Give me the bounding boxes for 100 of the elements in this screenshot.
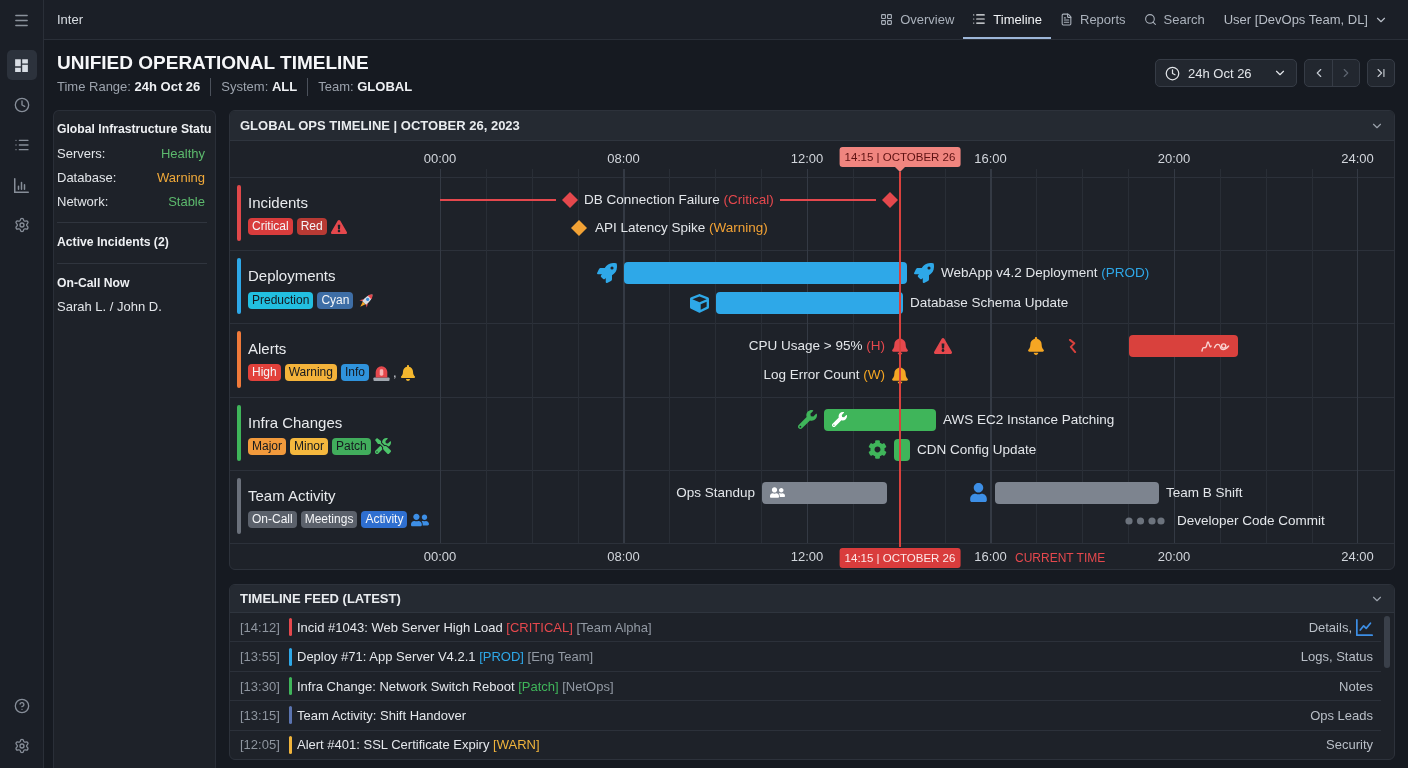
tag: Minor: [290, 437, 329, 455]
separator-text: ,: [392, 365, 397, 381]
status-value: Healthy: [160, 145, 205, 161]
axis-label: 16:00: [974, 151, 1007, 167]
person-icon: [969, 483, 988, 503]
timestamp: [13:55]: [240, 649, 281, 665]
axis-label: 24:00: [1341, 549, 1374, 565]
status-value: Stable: [168, 193, 205, 209]
panel-title: Global Infrastructure Statu: [57, 121, 213, 138]
panel-title: TIMELINE FEED (LATEST): [240, 591, 401, 606]
event-label: Ops Standup: [676, 483, 755, 502]
event-label: Log Error Count (W): [763, 366, 885, 385]
axis-label: 20:00: [1157, 151, 1191, 167]
scrollbar-thumb[interactable]: [1384, 616, 1390, 668]
filter-text: Team: GLOBAL: [307, 78, 423, 96]
skip-to-end-button[interactable]: [1367, 59, 1395, 87]
feed-entry-text: Incid #1043: Web Server High Load [CRITICAL] [Team Alpha]: [297, 619, 653, 635]
status-label: Servers:: [57, 145, 106, 161]
tag: High: [248, 364, 281, 382]
event-label: API Latency Spike (Warning): [595, 219, 768, 237]
tag: Preduction: [248, 292, 314, 310]
axis-label: 00:00: [423, 151, 457, 167]
wrench-icon: [832, 412, 847, 428]
axis-label: 08:00: [607, 151, 640, 167]
event-label: Database Schema Update: [910, 294, 1069, 313]
people-icon: [770, 485, 785, 501]
action-link[interactable]: Logs, Status: [1300, 649, 1373, 665]
on-call-names: Sarah L. / John D.: [57, 298, 163, 316]
list-icon: [972, 12, 987, 26]
tag: Red: [296, 218, 327, 235]
status-label: Database:: [57, 169, 117, 185]
list-icon: [13, 137, 30, 153]
nav-tab[interactable]: Reports: [1051, 0, 1135, 39]
siren-icon: [372, 364, 390, 382]
action-link[interactable]: Ops Leads: [1310, 707, 1373, 723]
dashboard-icon: [13, 56, 30, 74]
tag: Patch: [332, 437, 371, 455]
search-icon: [1143, 12, 1157, 26]
time-range-select[interactable]: 24h Oct 26: [1155, 59, 1297, 87]
panel-title: GLOBAL OPS TIMELINE | OCTOBER 26, 2023: [240, 118, 520, 133]
timestamp: [12:05]: [240, 737, 281, 753]
feed-entry-text: Team Activity: Shift Handover: [297, 707, 468, 723]
timestamp: [13:15]: [240, 707, 281, 723]
document-icon: [1060, 12, 1073, 26]
rocket-icon: [597, 263, 617, 284]
section-title: On-Call Now: [57, 275, 131, 292]
tag: Major: [248, 437, 286, 455]
action-link[interactable]: Details,: [1308, 619, 1352, 635]
nav-tab[interactable]: Timeline: [963, 0, 1051, 39]
settings-icon: [13, 217, 30, 233]
axis-label: 24:00: [1341, 151, 1374, 167]
line-chart-icon[interactable]: [1356, 618, 1373, 636]
tools-icon: [374, 438, 391, 455]
axis-label: 12:00: [790, 549, 824, 565]
event-label: DB Connection Failure (Critical): [584, 191, 774, 209]
grid-icon: [880, 12, 894, 26]
action-link[interactable]: Notes: [1339, 678, 1373, 694]
sidebar-nav-button[interactable]: [6, 50, 37, 80]
event-label: CDN Config Update: [917, 440, 1037, 459]
event-label: CPU Usage > 95% (H): [748, 337, 885, 356]
section-title: Active Incidents (2): [57, 234, 170, 251]
clock-icon: [1165, 65, 1180, 81]
tag: Info: [340, 364, 369, 382]
filter-text: Time Range: 24h Oct 26: [57, 78, 202, 96]
feed-entry-text: Infra Change: Network Switch Reboot [Patch] [NetOps]: [297, 678, 615, 694]
axis-label: 12:00: [790, 151, 824, 167]
settings-icon: [13, 738, 30, 754]
clock-icon: [13, 97, 30, 113]
event-label: Team B Shift: [1166, 483, 1243, 502]
skip-end-icon: [1374, 66, 1388, 80]
event-label: Developer Code Commit: [1177, 511, 1325, 530]
status-label: Network:: [57, 193, 109, 209]
lane-title: Alerts: [248, 339, 288, 360]
tag: Cyan: [317, 292, 354, 310]
tag: Activity: [361, 511, 408, 529]
feed-entry-text: Alert #401: SSL Certificate Expiry [WARN]: [297, 737, 541, 753]
help-icon: [13, 698, 30, 714]
bell-icon: [399, 364, 416, 381]
nav-tab[interactable]: Overview: [871, 0, 964, 39]
tag: On-Call: [248, 511, 297, 529]
lane-title: Team Activity: [248, 485, 337, 506]
wrench-icon: [798, 410, 817, 430]
tag: Critical: [248, 218, 293, 235]
page-title: UNIFIED OPERATIONAL TIMELINE: [57, 51, 370, 75]
nav-tab[interactable]: Search: [1134, 0, 1214, 39]
app-title: Inter: [57, 12, 83, 27]
rocket-icon: [914, 263, 934, 284]
bar-chart-icon: [14, 177, 29, 193]
timestamp: [14:12]: [240, 619, 281, 635]
user-menu[interactable]: User [DevOps Team, DL]: [1213, 0, 1408, 40]
axis-label: 20:00: [1157, 549, 1191, 565]
action-link[interactable]: Security: [1326, 737, 1373, 753]
lane-title: Incidents: [248, 193, 310, 213]
filter-text: System: ALL: [210, 78, 308, 96]
feed-entry-text: Deploy #71: App Server V4.2.1 [PROD] [Eng Team]: [297, 649, 595, 665]
axis-label: 16:00: [974, 549, 1007, 565]
warning-icon: [330, 218, 347, 235]
gear-icon: [868, 440, 887, 460]
timestamp: [13:30]: [240, 678, 281, 694]
current-time-tag: 14:15 | OCTOBER 26: [839, 548, 961, 568]
